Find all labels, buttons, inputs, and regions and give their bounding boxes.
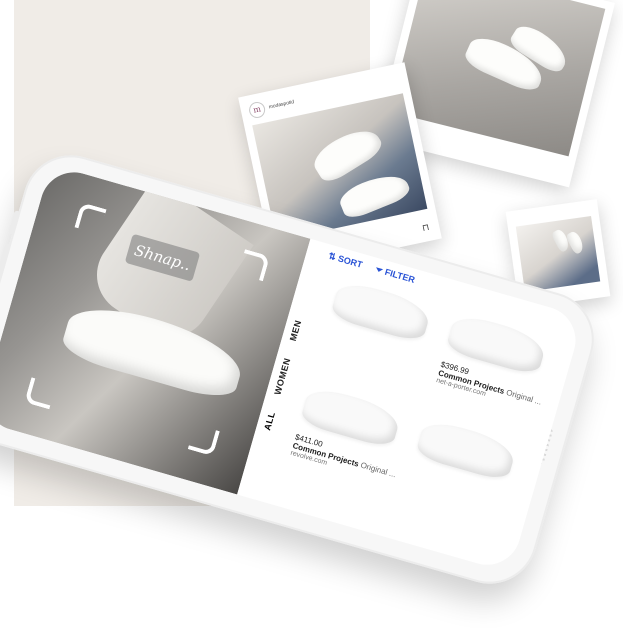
shoe-image — [336, 167, 413, 222]
product-image — [329, 278, 433, 344]
shoe-image — [565, 229, 587, 255]
scan-frame-corner — [74, 202, 107, 235]
product-card[interactable] — [414, 417, 518, 483]
avatar: m — [247, 100, 267, 120]
tab-all[interactable]: ALL — [262, 411, 277, 432]
tab-women[interactable]: WOMEN — [272, 357, 292, 396]
shoe-photo — [390, 0, 606, 157]
tab-men[interactable]: MEN — [288, 319, 304, 342]
filter-label: FILTER — [383, 266, 417, 285]
scan-frame-corner — [187, 424, 220, 457]
product-card[interactable]: $411.00 Common Projects Original ... rev… — [290, 384, 414, 486]
scan-frame-corner — [24, 377, 57, 410]
shoe-image — [308, 120, 386, 187]
mute-switch — [8, 210, 21, 235]
scan-frame-corner — [237, 249, 271, 282]
product-image — [414, 417, 518, 483]
post-header: m modaspotid — [247, 94, 296, 120]
post-username: modaspotid — [268, 99, 295, 111]
sort-label: SORT — [336, 253, 364, 270]
filter-button[interactable]: ⏷ FILTER — [374, 264, 416, 286]
post-photo — [515, 216, 601, 292]
volume-up-button — [0, 242, 12, 282]
sort-button[interactable]: ⇅ SORT — [327, 251, 364, 271]
bookmark-icon[interactable]: ⊓ — [421, 222, 430, 234]
product-card[interactable]: $396.99 Common Projects Original ... net… — [435, 311, 559, 414]
product-card[interactable] — [329, 278, 433, 344]
